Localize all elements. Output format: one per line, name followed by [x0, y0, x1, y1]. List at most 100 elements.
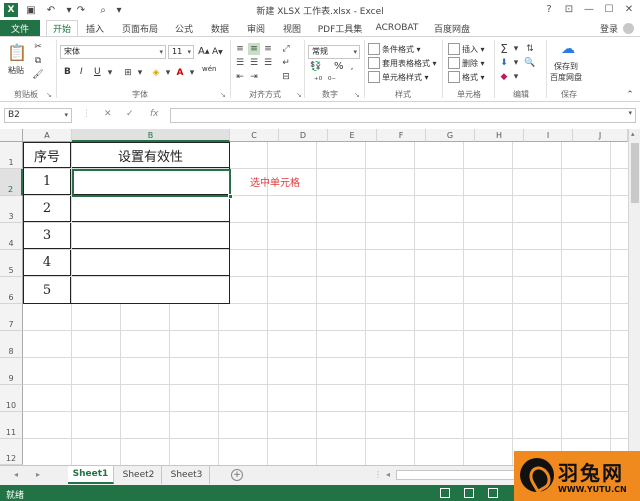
autosum-icon[interactable]: Σ	[498, 42, 510, 56]
sign-in-link[interactable]: 登录	[600, 22, 618, 35]
add-sheet-icon[interactable]: +	[231, 469, 243, 481]
save-to-baidu-button-line2[interactable]: 百度网盘	[550, 72, 582, 83]
ribbon-display-options-button[interactable]: ⊡	[560, 2, 578, 16]
font-color-dropdown-icon[interactable]: ▾	[186, 67, 198, 79]
insert-cells-button[interactable]: 插入 ▾	[448, 43, 485, 55]
column-header-b[interactable]: B	[72, 129, 230, 142]
font-color-icon[interactable]: A	[174, 67, 186, 79]
scroll-left-icon[interactable]: ◂	[386, 470, 390, 479]
delete-cells-button[interactable]: 删除 ▾	[448, 57, 485, 69]
scroll-up-icon[interactable]: ▴	[631, 130, 635, 138]
font-name-select[interactable]: 宋体 ▾	[60, 45, 166, 59]
align-left-icon[interactable]: ☰	[234, 57, 246, 69]
row-header-2[interactable]: 2	[0, 169, 23, 196]
increase-decimal-icon[interactable]: ⁺⁰	[312, 75, 324, 87]
tab-view[interactable]: 视图	[278, 20, 306, 36]
center-icon[interactable]: ☰	[248, 57, 260, 69]
clear-icon[interactable]: ◆	[498, 71, 510, 83]
row-header-10[interactable]: 10	[0, 385, 23, 412]
insert-function-icon[interactable]: fx	[150, 109, 159, 119]
middle-align-icon[interactable]: ≡	[248, 43, 260, 55]
row-header-8[interactable]: 8	[0, 331, 23, 358]
cell-a4[interactable]: 3	[24, 223, 71, 249]
cut-icon[interactable]: ✂	[32, 41, 44, 53]
column-header-d[interactable]: D	[279, 129, 328, 142]
column-header-c[interactable]: C	[230, 129, 279, 142]
fill-icon[interactable]: ⬇	[498, 57, 510, 69]
format-as-table-button[interactable]: 套用表格格式 ▾	[368, 57, 437, 69]
cell-a5[interactable]: 4	[24, 250, 71, 276]
row-header-3[interactable]: 3	[0, 196, 23, 223]
row-header-4[interactable]: 4	[0, 223, 23, 250]
fill-handle[interactable]	[228, 194, 233, 199]
phonetic-guide-button[interactable]: wén	[202, 65, 216, 73]
tab-home[interactable]: 开始	[46, 20, 78, 36]
tab-pdf-tools[interactable]: PDF工具集	[314, 20, 366, 36]
decrease-decimal-icon[interactable]: ⁰⁻	[326, 75, 338, 87]
sort-filter-icon[interactable]: ⇅	[524, 43, 536, 55]
column-header-h[interactable]: H	[475, 129, 524, 142]
conditional-formatting-button[interactable]: 条件格式 ▾	[368, 43, 421, 55]
cell-b1[interactable]: 设置有效性	[72, 143, 229, 168]
next-sheet-icon[interactable]: ▸	[36, 470, 40, 479]
orientation-icon[interactable]: ⤢	[280, 43, 292, 55]
italic-button[interactable]: I	[80, 67, 83, 77]
select-all-button[interactable]	[0, 129, 23, 142]
cell-b6[interactable]	[72, 277, 229, 303]
autosum-dropdown-icon[interactable]: ▾	[510, 43, 522, 55]
copy-icon[interactable]: ⧉	[32, 55, 44, 67]
collapse-ribbon-icon[interactable]: ⌃	[624, 89, 636, 101]
row-header-6[interactable]: 6	[0, 277, 23, 304]
underline-button[interactable]: U	[94, 67, 101, 77]
prev-sheet-icon[interactable]: ◂	[14, 470, 18, 479]
format-painter-icon[interactable]: 🖌	[32, 69, 44, 81]
tab-insert[interactable]: 插入	[80, 20, 110, 36]
sheet-tab-1[interactable]: Sheet1	[68, 466, 114, 484]
page-layout-view-icon[interactable]	[464, 488, 474, 498]
number-format-select[interactable]: 常规 ▾	[308, 45, 360, 59]
cell-styles-button[interactable]: 单元格样式 ▾	[368, 71, 429, 83]
cell-a2[interactable]: 1	[24, 169, 71, 195]
wrap-text-icon[interactable]: ↵	[280, 57, 292, 69]
tab-file[interactable]: 文件	[0, 20, 40, 36]
paste-icon[interactable]: 📋	[7, 41, 27, 63]
row-header-1[interactable]: 1	[0, 142, 23, 169]
align-right-icon[interactable]: ☰	[262, 57, 274, 69]
maximize-button[interactable]: ☐	[600, 2, 618, 16]
borders-icon[interactable]: ⊞	[122, 67, 134, 79]
paste-button[interactable]: 粘贴	[8, 65, 24, 76]
top-align-icon[interactable]: ≡	[234, 43, 246, 55]
normal-view-icon[interactable]	[440, 488, 450, 498]
name-box[interactable]: B2 ▾	[4, 108, 72, 123]
alignment-launcher-icon[interactable]: ↘	[296, 91, 302, 99]
format-cells-button[interactable]: 格式 ▾	[448, 71, 485, 83]
shrink-font-button[interactable]: A ▼	[212, 47, 223, 57]
cell-a3[interactable]: 2	[24, 196, 71, 222]
row-header-5[interactable]: 5	[0, 250, 23, 277]
cancel-icon[interactable]: ✕	[104, 109, 112, 119]
horizontal-scrollbar[interactable]	[396, 470, 516, 480]
column-header-g[interactable]: G	[426, 129, 475, 142]
clear-dropdown-icon[interactable]: ▾	[510, 71, 522, 83]
cell-a1[interactable]: 序号	[24, 143, 71, 168]
percent-style-button[interactable]: %	[334, 61, 344, 72]
find-select-icon[interactable]: 🔍	[524, 57, 536, 69]
row-header-11[interactable]: 11	[0, 412, 23, 439]
fill-dropdown-icon[interactable]: ▾	[510, 57, 522, 69]
font-size-select[interactable]: 11 ▾	[168, 45, 194, 59]
tab-baidu-netdisk[interactable]: 百度网盘	[430, 20, 474, 36]
row-header-9[interactable]: 9	[0, 358, 23, 385]
sheet-tab-3[interactable]: Sheet3	[164, 466, 210, 484]
tab-review[interactable]: 审阅	[242, 20, 270, 36]
increase-indent-icon[interactable]: ⇥	[248, 71, 260, 83]
tab-data[interactable]: 数据	[206, 20, 234, 36]
comma-style-icon[interactable]: ,	[346, 61, 358, 73]
clipboard-launcher-icon[interactable]: ↘	[46, 91, 52, 99]
tab-split-handle[interactable]: ⋮	[374, 470, 382, 479]
row-header-12[interactable]: 12	[0, 439, 23, 465]
borders-dropdown-icon[interactable]: ▾	[134, 67, 146, 79]
bottom-align-icon[interactable]: ≡	[262, 43, 274, 55]
cloud-save-icon[interactable]: ☁	[558, 41, 578, 57]
cell-b5[interactable]	[72, 250, 229, 276]
close-button[interactable]: ✕	[620, 2, 638, 16]
